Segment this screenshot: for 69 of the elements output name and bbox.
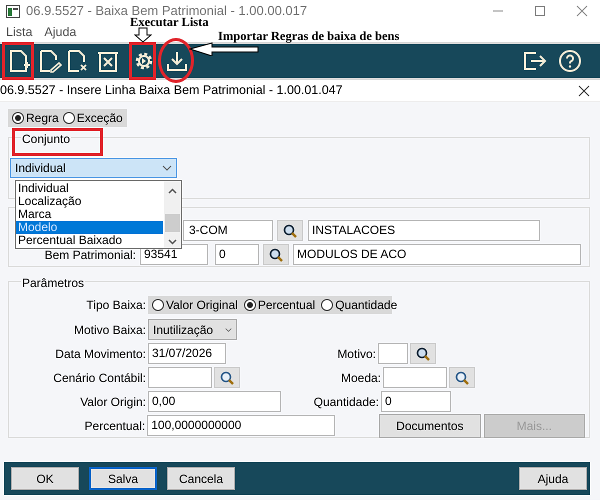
- scrollbar[interactable]: [164, 181, 181, 248]
- app-icon: [6, 4, 20, 18]
- search-button[interactable]: [277, 220, 303, 241]
- menu-item[interactable]: Lista: [6, 22, 32, 42]
- search-icon: [282, 222, 298, 238]
- dialog-button[interactable]: Cancela: [167, 467, 235, 490]
- maximize-icon[interactable]: [534, 5, 546, 17]
- field-label: Quantidade:: [312, 394, 379, 410]
- search-button[interactable]: [449, 367, 475, 388]
- menu-item[interactable]: Ajuda: [44, 22, 76, 42]
- field-label: Motivo:: [336, 346, 376, 362]
- select-field[interactable]: Individual: [10, 158, 177, 178]
- callout-text: Importar Regras de baixa de bens: [218, 28, 400, 45]
- edit-document-icon[interactable]: [38, 49, 62, 73]
- field-label: Moeda:: [340, 370, 381, 386]
- dropdown-option[interactable]: Percentual Baixado: [16, 234, 163, 247]
- radio-option[interactable]: Quantidade: [321, 296, 398, 314]
- dialog-button[interactable]: Ajuda: [519, 467, 587, 490]
- search-icon: [454, 370, 470, 386]
- field-label: Bem Patrimonial:: [44, 246, 136, 264]
- dialog-button[interactable]: OK: [11, 467, 79, 490]
- dropdown-option[interactable]: Individual: [16, 182, 163, 195]
- input-field[interactable]: 0: [381, 391, 451, 412]
- date-field[interactable]: 31/07/2026: [148, 343, 226, 364]
- chevron-down-icon: [162, 165, 172, 171]
- radio-option[interactable]: Percentual: [244, 296, 316, 314]
- search-button[interactable]: [263, 244, 289, 265]
- close-icon[interactable]: [578, 84, 590, 96]
- download-icon[interactable]: [165, 49, 189, 73]
- new-document-icon[interactable]: [8, 49, 32, 73]
- radio-option[interactable]: Exceção: [62, 109, 123, 127]
- dropdown-option[interactable]: Localização: [16, 195, 163, 208]
- input-field[interactable]: [378, 343, 408, 364]
- dropdown-option[interactable]: Marca: [16, 208, 163, 221]
- search-icon: [268, 246, 284, 262]
- trash-box-icon[interactable]: [96, 49, 120, 73]
- input-field[interactable]: [148, 367, 212, 388]
- field[interactable]: 0: [215, 244, 259, 265]
- dialog-button[interactable]: Salva: [89, 467, 157, 490]
- search-icon: [219, 370, 235, 386]
- logout-icon[interactable]: [522, 49, 548, 73]
- input-field[interactable]: 0,00: [148, 391, 281, 412]
- highlight-box: [2, 42, 34, 80]
- radio-option[interactable]: Regra: [12, 109, 59, 127]
- search-button[interactable]: [214, 367, 240, 388]
- radio-option[interactable]: Valor Original: [152, 296, 238, 314]
- field-label: Tipo Baixa:: [85, 296, 146, 314]
- left-arrow: [189, 42, 259, 56]
- highlight-box: [129, 42, 156, 80]
- field-label: Percentual:: [84, 418, 146, 434]
- dialog-title: 06.9.5527 - Insere Linha Baixa Bem Patrimonial - 1.00.01.047: [0, 82, 343, 100]
- input-field[interactable]: 100,0000000000: [147, 415, 336, 436]
- field-label: Cenário Contábil:: [52, 370, 146, 386]
- down-arrow: [134, 27, 152, 43]
- input-field[interactable]: [383, 367, 447, 388]
- code-field[interactable]: 3-COM: [183, 220, 273, 241]
- action-button[interactable]: Documentos: [379, 414, 481, 438]
- field-label: Data Movimento:: [54, 346, 146, 362]
- help-icon[interactable]: [558, 49, 582, 73]
- field-label: Valor Origin:: [79, 394, 146, 410]
- scroll-thumb[interactable]: [165, 214, 180, 232]
- select-field[interactable]: Inutilização: [148, 319, 237, 340]
- description-field: MODULOS DE ACO: [293, 244, 581, 265]
- search-icon: [415, 346, 431, 362]
- chevron-down-icon: [225, 326, 232, 332]
- search-button[interactable]: [410, 343, 436, 364]
- field-label: Motivo Baixa:: [72, 322, 146, 338]
- description-field: INSTALACOES: [308, 220, 540, 241]
- highlight-ellipse: [158, 38, 194, 83]
